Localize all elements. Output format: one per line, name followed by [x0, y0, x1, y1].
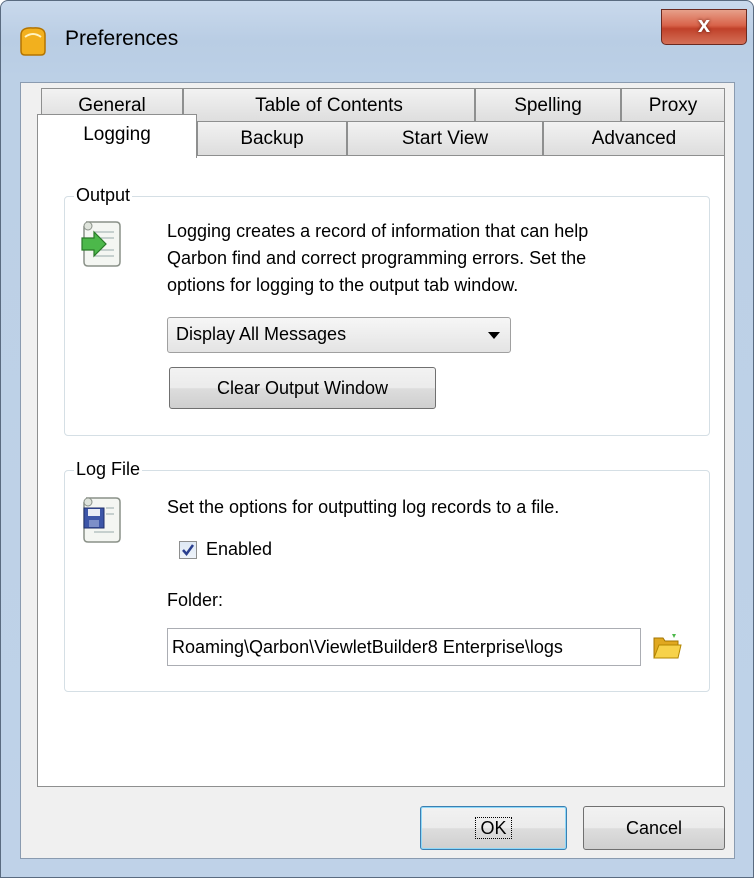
tab-label: Logging [83, 124, 151, 145]
folder-path-value: Roaming\Qarbon\ViewletBuilder8 Enterpris… [172, 637, 563, 657]
tab-label: Spelling [514, 95, 582, 116]
folder-open-icon[interactable] [652, 632, 682, 662]
log-file-group-label: Log File [74, 459, 143, 480]
tab-label: Start View [401, 128, 489, 149]
tab-proxy[interactable]: Proxy [621, 88, 725, 124]
window-title: Preferences [65, 27, 179, 50]
tab-spelling[interactable]: Spelling [475, 88, 621, 124]
tab-label: Backup [240, 128, 304, 149]
tab-label: Proxy [648, 95, 698, 116]
clear-output-window-label: Clear Output Window [216, 378, 389, 398]
logging-panel: Output Logging creates a record of infor… [37, 155, 725, 787]
tab-label: General [78, 95, 146, 116]
log-file-save-icon [83, 497, 121, 543]
tab-advanced[interactable]: Advanced [543, 121, 725, 157]
output-description-line-1: Logging creates a record of information … [167, 221, 589, 241]
enabled-label[interactable]: Enabled [206, 536, 272, 563]
log-file-description: Set the options for outputting log recor… [167, 497, 560, 517]
tab-logging[interactable]: Logging [37, 114, 197, 158]
tab-start-view[interactable]: Start View [347, 121, 543, 157]
message-level-dropdown[interactable]: Display All Messages [167, 317, 511, 353]
output-description-line-3: options for logging to the output tab wi… [167, 275, 519, 295]
title-bar[interactable]: Preferences x [1, 1, 753, 81]
cancel-button[interactable]: Cancel [583, 806, 725, 850]
clear-output-window-button[interactable]: Clear Output Window [169, 367, 436, 409]
message-level-value: Display All Messages [176, 324, 347, 344]
tab-table-of-contents[interactable]: Table of Contents [183, 88, 475, 124]
chevron-down-icon [488, 332, 500, 339]
cancel-label: Cancel [625, 818, 683, 838]
folder-label: Folder: [167, 590, 224, 610]
app-icon [20, 27, 46, 56]
close-button[interactable]: x [661, 9, 747, 45]
tab-label: Table of Contents [255, 95, 403, 116]
tab-label: Advanced [591, 128, 677, 149]
enabled-checkbox[interactable] [179, 541, 197, 559]
ok-label: OK [475, 817, 512, 839]
log-output-icon [81, 221, 121, 267]
tab-backup[interactable]: Backup [197, 121, 347, 157]
output-description-line-2: Qarbon find and correct programming erro… [167, 248, 587, 268]
close-icon: x [697, 12, 711, 37]
folder-path-field[interactable]: Roaming\Qarbon\ViewletBuilder8 Enterpris… [167, 628, 641, 666]
ok-button[interactable]: OK [420, 806, 567, 850]
checkmark-icon [182, 544, 195, 557]
output-group-label: Output [74, 185, 133, 206]
